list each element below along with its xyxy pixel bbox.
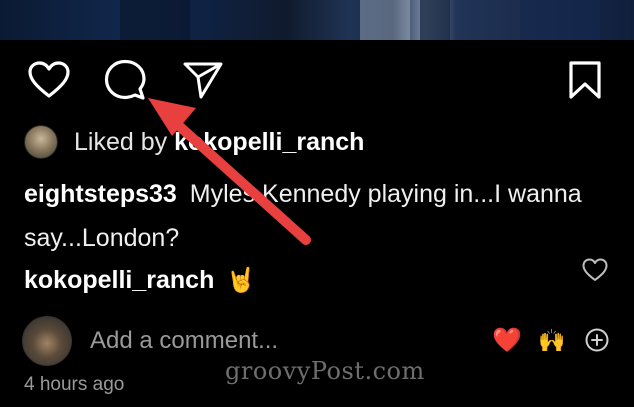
save-button[interactable] (562, 57, 608, 103)
photo-region (360, 0, 410, 40)
post-caption: eightsteps33 Myles Kennedy playing in...… (24, 172, 584, 260)
photo-region (120, 0, 190, 40)
liker-avatar[interactable] (24, 125, 58, 159)
liked-by-username[interactable]: kokopelli_ranch (174, 128, 364, 156)
heart-icon (28, 61, 70, 98)
liked-by-row[interactable]: Liked by kokopelli_ranch (24, 125, 364, 159)
comment-row: kokopelli_ranch 🤘 (24, 262, 256, 298)
avatar[interactable] (22, 316, 72, 366)
caption-username[interactable]: eightsteps33 (24, 180, 177, 208)
photo-region (420, 0, 450, 40)
add-reaction-button[interactable] (584, 327, 610, 353)
comment-text: 🤘 (226, 266, 257, 294)
paper-plane-icon (183, 62, 223, 99)
liked-by-text: Liked by kokopelli_ranch (74, 128, 364, 157)
comment-button[interactable] (102, 57, 148, 103)
plus-circle-icon (585, 328, 609, 352)
instagram-post-screen: Liked by kokopelli_ranch eightsteps33 My… (0, 0, 634, 407)
post-timestamp: 4 hours ago (24, 374, 125, 395)
comment-input[interactable] (90, 324, 390, 358)
quick-reaction-raised-hands[interactable]: 🙌 (538, 326, 565, 356)
comment-like-button[interactable] (582, 258, 608, 284)
speech-bubble-icon (104, 59, 146, 100)
comment-username[interactable]: kokopelli_ranch (24, 266, 214, 295)
quick-reaction-heart[interactable]: ❤️ (492, 326, 522, 356)
small-heart-icon (582, 258, 608, 281)
liked-by-prefix: Liked by (74, 127, 168, 156)
bookmark-icon (569, 61, 601, 99)
post-photo[interactable] (0, 0, 634, 40)
like-button[interactable] (26, 57, 72, 103)
photo-region (520, 0, 600, 40)
share-button[interactable] (180, 57, 226, 103)
watermark: groovyPost.com (225, 357, 425, 385)
